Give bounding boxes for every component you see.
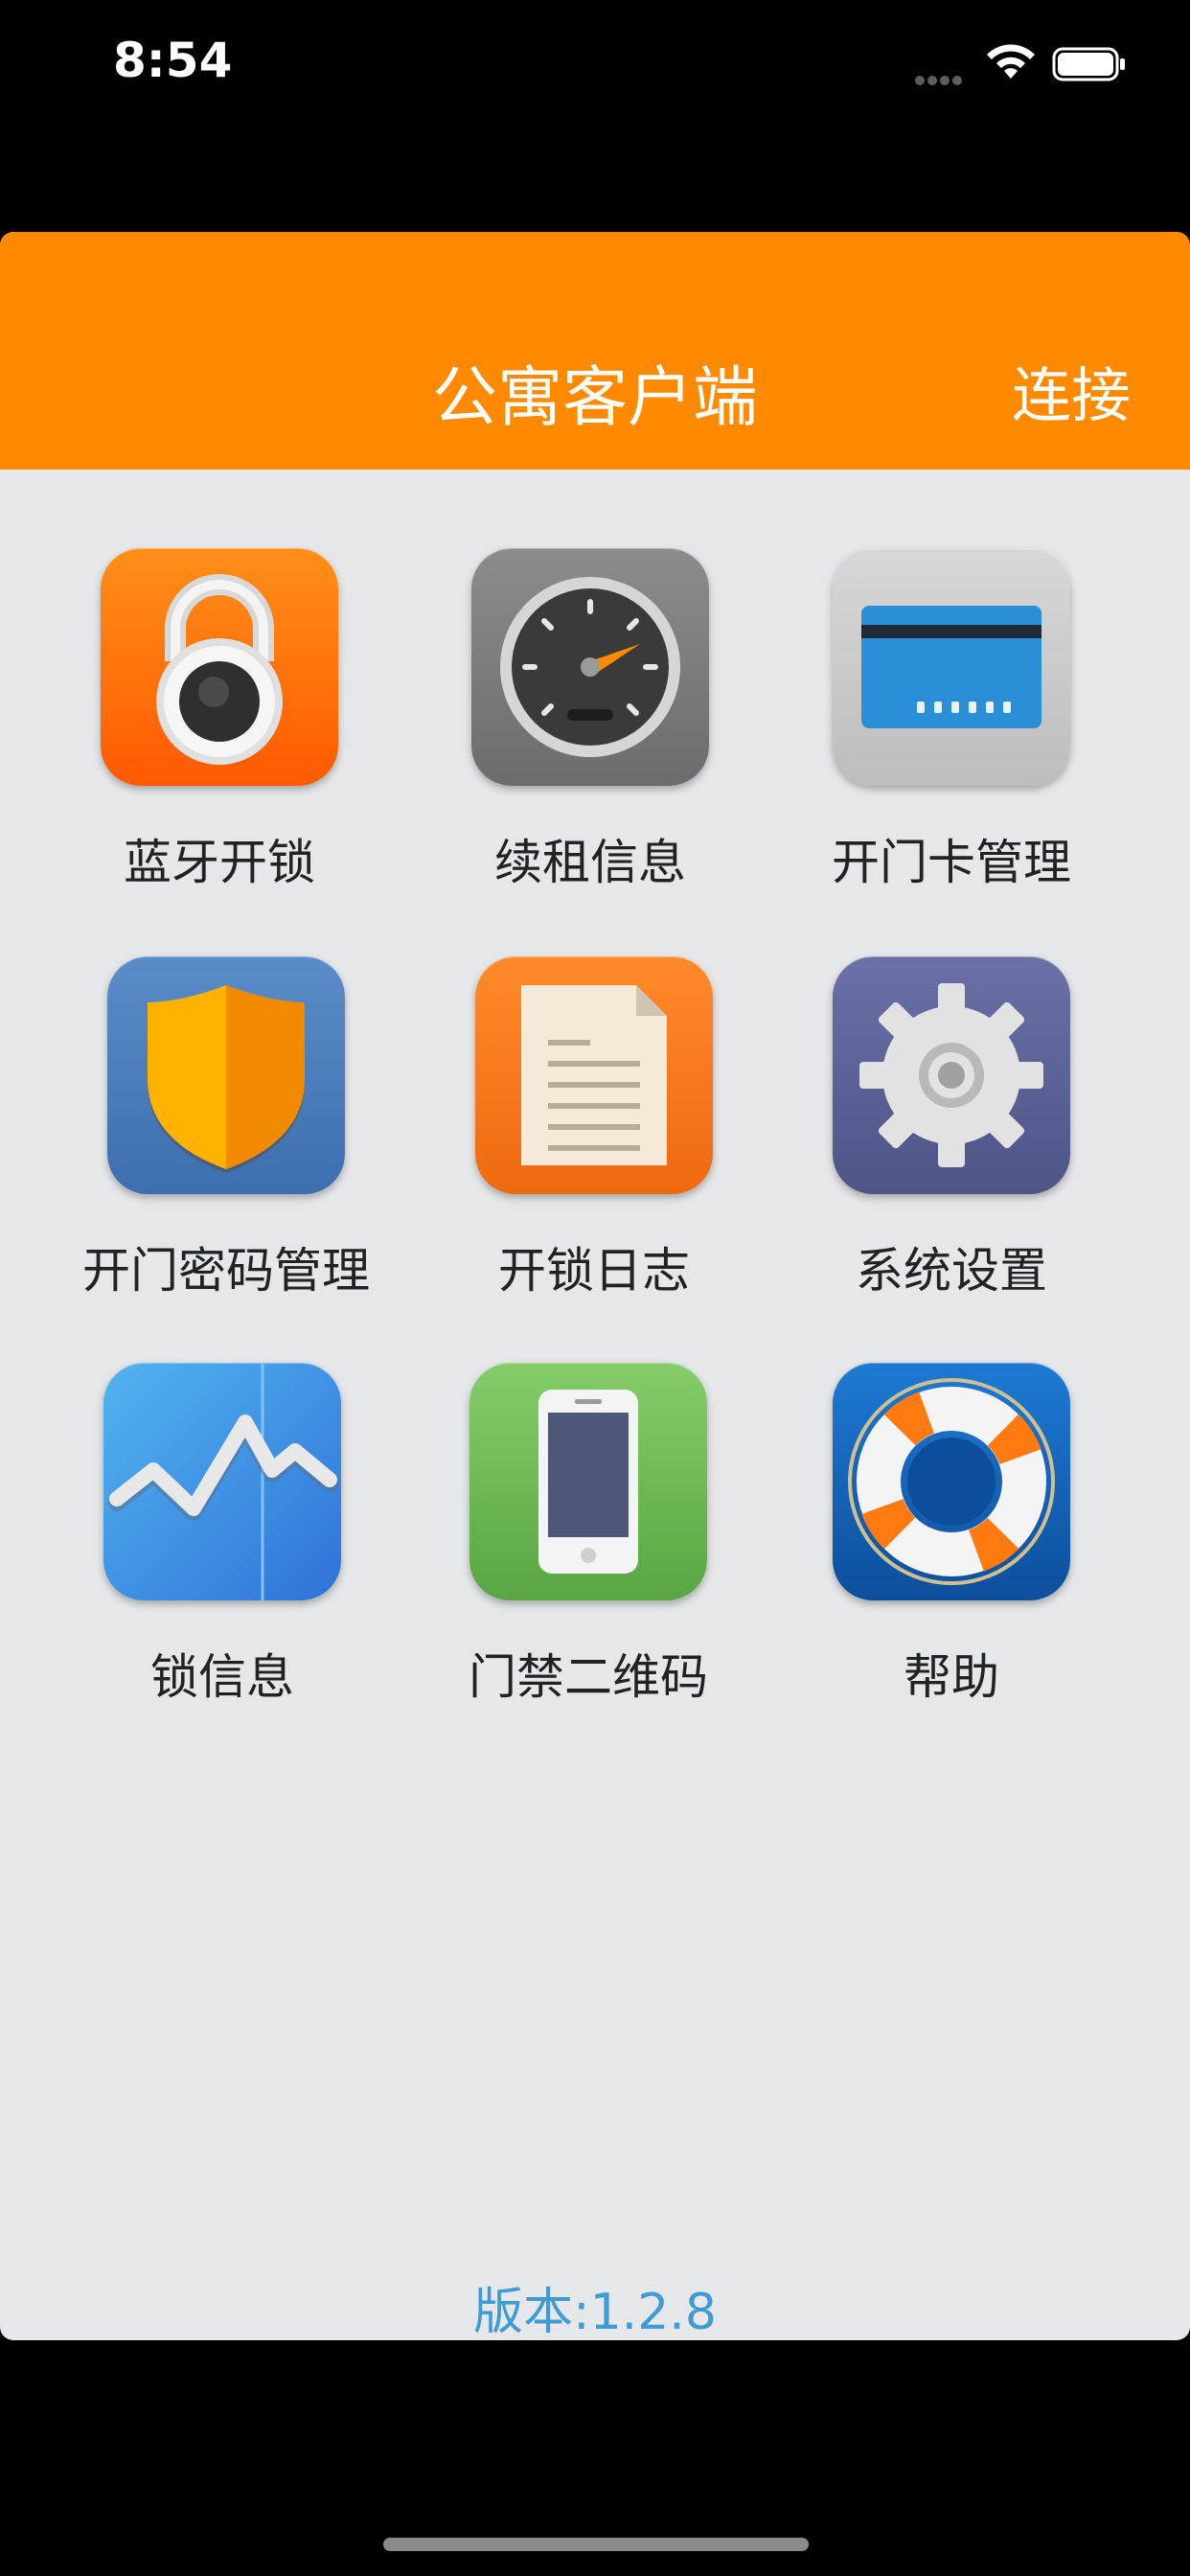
- menu-label: 帮助: [904, 1649, 999, 1705]
- menu-label: 系统设置: [856, 1243, 1047, 1299]
- connect-button[interactable]: 连接: [1012, 347, 1131, 433]
- menu-label: 续租信息: [494, 835, 686, 890]
- signal-icon: [915, 71, 969, 85]
- gear-icon: [833, 956, 1070, 1194]
- menu-item-unlock-log[interactable]: 开锁日志: [412, 956, 776, 1301]
- menu-item-system-settings[interactable]: 系统设置: [769, 956, 1133, 1301]
- menu-item-help[interactable]: 帮助: [769, 1363, 1133, 1708]
- status-time: 8:54: [113, 33, 233, 88]
- menu-label: 开锁日志: [498, 1243, 690, 1299]
- status-bar: 8:54: [0, 0, 1190, 134]
- lifebuoy-icon: [833, 1363, 1070, 1600]
- phone-icon: [469, 1363, 707, 1600]
- speedometer-icon: [471, 548, 709, 786]
- menu-label: 锁信息: [150, 1649, 294, 1705]
- version-label: 版本:1.2.8: [473, 2284, 717, 2340]
- wifi-icon: [987, 44, 1035, 79]
- home-indicator[interactable]: [383, 2538, 809, 2551]
- app-window: 公寓客户端 连接 蓝牙开锁 续租信息 开门卡管理 开门密码管理 开锁日志 系统设…: [0, 232, 1190, 2340]
- chart-icon: [103, 1363, 341, 1600]
- menu-item-bluetooth-unlock[interactable]: 蓝牙开锁: [37, 548, 401, 893]
- menu-label: 开门密码管理: [82, 1243, 370, 1299]
- menu-item-door-password[interactable]: 开门密码管理: [44, 956, 408, 1301]
- menu-item-access-qrcode[interactable]: 门禁二维码: [406, 1363, 770, 1708]
- battery-icon: [1052, 47, 1125, 81]
- menu-label: 门禁二维码: [469, 1649, 708, 1705]
- nav-bar: 公寓客户端 连接: [0, 232, 1190, 470]
- menu-item-lease-info[interactable]: 续租信息: [408, 548, 772, 893]
- padlock-icon: [101, 548, 338, 786]
- menu-label: 开门卡管理: [832, 835, 1071, 890]
- shield-icon: [107, 956, 345, 1194]
- card-icon: [833, 548, 1070, 786]
- menu-label: 蓝牙开锁: [124, 835, 315, 890]
- menu-item-door-card[interactable]: 开门卡管理: [769, 548, 1133, 893]
- document-icon: [475, 956, 713, 1194]
- menu-item-lock-info[interactable]: 锁信息: [40, 1363, 404, 1708]
